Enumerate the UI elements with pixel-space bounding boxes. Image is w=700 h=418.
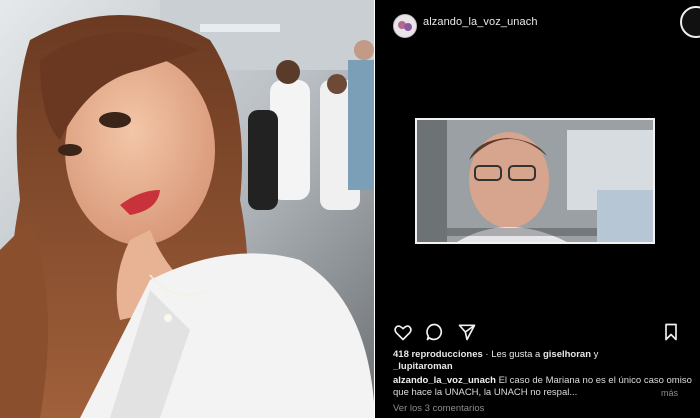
comment-bubble-icon[interactable] [425,322,445,342]
video-frame[interactable] [415,118,655,244]
likes-prefix: · Les gusta a [485,349,541,360]
profile-photo [0,0,375,418]
heart-icon[interactable] [393,322,413,342]
liker-2[interactable]: _lupitaroman [393,361,453,372]
action-bar [375,318,700,346]
bookmark-icon-svg [665,323,677,341]
options-button[interactable] [680,6,700,38]
likes-line-2: _lupitaroman [393,361,453,372]
view-comments-link[interactable]: Ver los 3 comentarios [393,403,484,414]
portrait-image [0,0,375,418]
video-thumbnail [417,120,653,242]
post-username[interactable]: alzando_la_voz_unach [423,16,538,28]
paper-plane-icon[interactable] [457,322,477,342]
comment-icon-svg [426,323,443,341]
share-icon-svg [458,324,476,341]
heart-icon-svg [394,325,412,341]
caption-username[interactable]: alzando_la_voz_unach [393,375,496,386]
instagram-post: alzando_la_voz_unach 418 reproducciones … [375,0,700,418]
likes-line: 418 reproducciones · Les gusta a giselho… [393,349,598,360]
views-count[interactable]: 418 reproducciones [393,349,483,360]
post-caption: alzando_la_voz_unach El caso de Mariana … [393,375,693,399]
more-link[interactable]: más [661,388,678,398]
likes-joiner: y [593,349,599,360]
post-header: alzando_la_voz_unach [375,0,700,46]
avatar-image [394,15,416,37]
user-avatar[interactable] [393,14,417,38]
liker-1[interactable]: giselhoran [543,349,591,360]
bookmark-icon[interactable] [661,322,681,342]
